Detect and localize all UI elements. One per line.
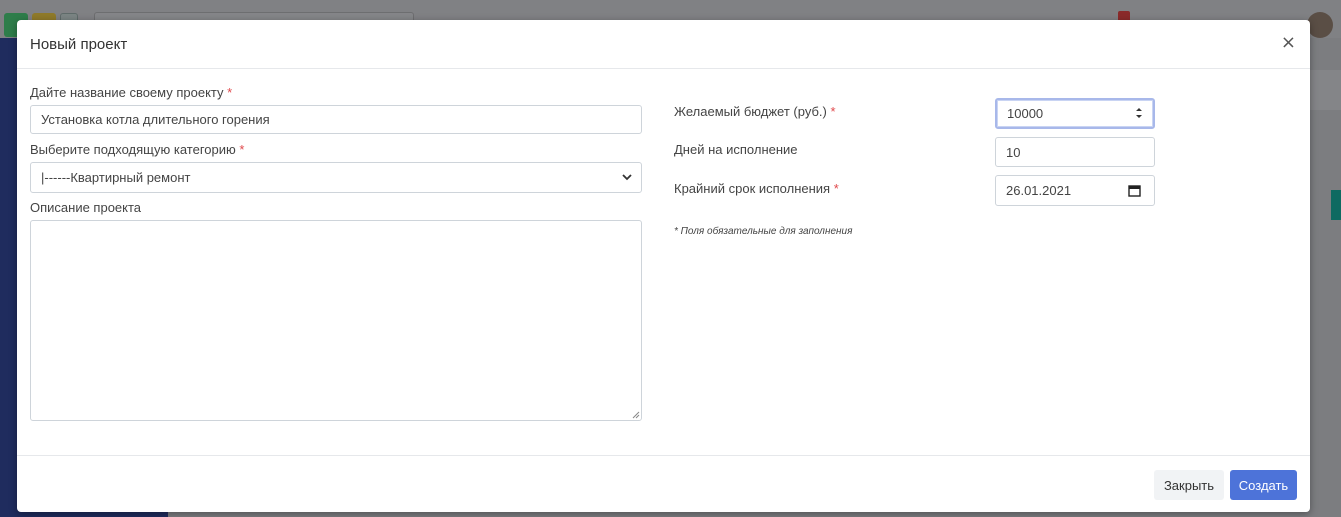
project-name-input[interactable]: Установка котла длительного горения xyxy=(30,105,642,134)
modal-header: Новый проект × xyxy=(17,20,1310,69)
required-mark: * xyxy=(830,104,836,119)
spinner-icon[interactable] xyxy=(1135,106,1143,120)
project-name-label: Дайте название своему проекту * xyxy=(30,85,233,100)
deadline-value: 26.01.2021 xyxy=(1006,183,1072,198)
deadline-input[interactable]: 26.01.2021 xyxy=(995,175,1155,206)
days-value: 10 xyxy=(1006,144,1021,160)
budget-input[interactable]: 10000 xyxy=(995,98,1155,129)
background-panel xyxy=(1310,70,1341,110)
category-label: Выберите подходящую категорию * xyxy=(30,142,245,157)
calendar-icon[interactable] xyxy=(1128,184,1141,197)
modal-title: Новый проект xyxy=(30,36,128,53)
deadline-label: Крайний срок исполнения * xyxy=(674,181,839,196)
budget-label: Желаемый бюджет (руб.) * xyxy=(674,104,836,119)
resize-grip-icon[interactable] xyxy=(631,410,640,419)
budget-value: 10000 xyxy=(1007,106,1044,121)
required-fields-note: * Поля обязательные для заполнения xyxy=(674,226,853,237)
required-mark: * xyxy=(227,85,233,100)
required-mark: * xyxy=(833,181,839,196)
close-icon[interactable]: × xyxy=(1281,34,1296,52)
project-name-value: Установка котла длительного горения xyxy=(41,112,270,127)
chevron-down-icon xyxy=(622,174,632,181)
required-mark: * xyxy=(239,142,245,157)
description-label: Описание проекта xyxy=(30,200,142,215)
description-textarea[interactable] xyxy=(30,220,642,421)
days-label: Дней на исполнение xyxy=(674,142,798,157)
background-avatar xyxy=(1307,12,1333,38)
days-input[interactable]: 10 xyxy=(995,137,1155,167)
create-button[interactable]: Создать xyxy=(1230,470,1297,500)
background-block xyxy=(1331,190,1341,220)
category-select[interactable]: |------Квартирный ремонт xyxy=(30,162,642,193)
new-project-modal: Новый проект × Дайте название своему про… xyxy=(17,20,1310,512)
modal-footer: Закрыть Создать xyxy=(17,455,1310,513)
close-button[interactable]: Закрыть xyxy=(1154,470,1224,500)
category-selected-value: |------Квартирный ремонт xyxy=(41,170,191,185)
